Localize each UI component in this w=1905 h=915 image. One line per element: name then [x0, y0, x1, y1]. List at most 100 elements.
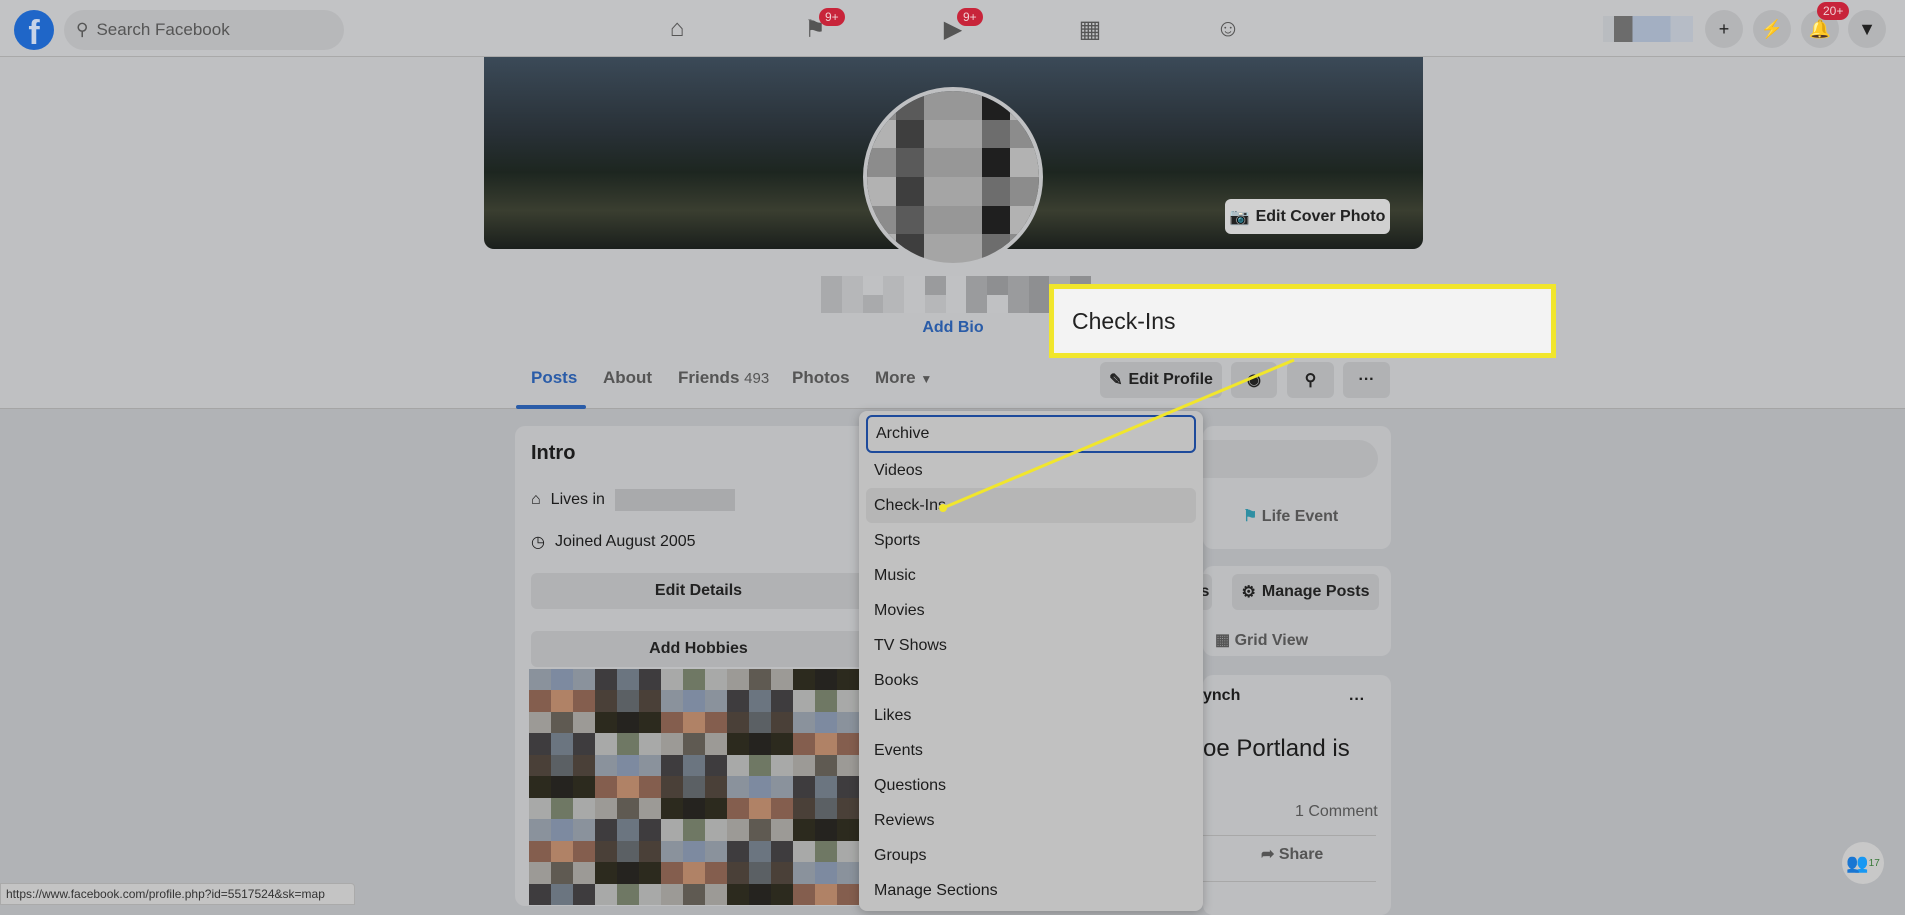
- pixel-block: [1007, 276, 1029, 295]
- search-icon: ⚲: [76, 20, 89, 39]
- post-author[interactable]: ynch: [1203, 687, 1240, 705]
- post-options-icon[interactable]: ···: [1349, 691, 1365, 709]
- pixel-block: [749, 797, 771, 820]
- pixel-block: [862, 276, 884, 295]
- pixel-block: [771, 754, 793, 777]
- nav-watch[interactable]: ▶ 9+: [923, 8, 983, 48]
- nav-marketplace[interactable]: ▦: [1060, 10, 1120, 48]
- menu-item-books[interactable]: Books: [866, 663, 1196, 698]
- tab-photos[interactable]: Photos: [792, 368, 850, 388]
- menu-item-videos[interactable]: Videos: [866, 453, 1196, 488]
- edit-details-button[interactable]: Edit Details: [531, 573, 866, 609]
- search-input[interactable]: ⚲ Search Facebook: [64, 10, 344, 50]
- pixel-block: [551, 797, 573, 820]
- pixel-block: [529, 840, 551, 863]
- account-menu-button[interactable]: ▼: [1848, 10, 1886, 48]
- menu-item-reviews[interactable]: Reviews: [866, 803, 1196, 838]
- pixel-block: [727, 733, 749, 755]
- menu-item-movies[interactable]: Movies: [866, 593, 1196, 628]
- contacts-button[interactable]: 👥 17: [1842, 842, 1884, 884]
- camera-icon: 📷: [1229, 208, 1250, 226]
- pixel-block: [705, 840, 727, 863]
- grid-view-button[interactable]: ▦ Grid View: [1215, 630, 1308, 650]
- profile-shortcut[interactable]: [1603, 16, 1693, 42]
- comments-count[interactable]: 1 Comment: [1295, 803, 1378, 821]
- featured-photos-blurred[interactable]: [529, 669, 859, 905]
- manage-posts-button[interactable]: ⚙ Manage Posts: [1232, 574, 1379, 610]
- pixel-block: [639, 797, 661, 820]
- share-button[interactable]: ➦ Share: [1261, 844, 1323, 864]
- menu-item-tv-shows[interactable]: TV Shows: [866, 628, 1196, 663]
- notifications-button[interactable]: 🔔 20+: [1801, 2, 1850, 48]
- more-options-button[interactable]: ···: [1343, 362, 1390, 398]
- post-card: ynch ··· oe Portland is 1 Comment ➦ Shar…: [1203, 675, 1391, 915]
- menu-item-archive[interactable]: Archive: [866, 415, 1196, 453]
- menu-item-questions[interactable]: Questions: [866, 768, 1196, 803]
- menu-item-check-ins[interactable]: Check-Ins: [866, 488, 1196, 523]
- pixel-block: [661, 669, 683, 691]
- pixel-block: [705, 797, 727, 820]
- pixel-block: [815, 754, 837, 777]
- messenger-icon[interactable]: ⚡: [1753, 10, 1791, 48]
- pixel-block: [793, 862, 815, 884]
- pixel-block: [639, 669, 661, 691]
- pixel-block: [837, 883, 859, 905]
- pixel-block: [793, 797, 815, 820]
- add-bio-link[interactable]: Add Bio: [900, 319, 1006, 337]
- menu-item-music[interactable]: Music: [866, 558, 1196, 593]
- pixel-block: [867, 148, 896, 177]
- menu-item-groups[interactable]: Groups: [866, 838, 1196, 873]
- joined-label: Joined August 2005: [554, 533, 696, 550]
- profile-picture[interactable]: [863, 87, 1043, 267]
- pixel-block: [617, 840, 639, 863]
- pixel-block: [867, 176, 896, 206]
- menu-item-events[interactable]: Events: [866, 733, 1196, 768]
- pixel-block: [952, 91, 982, 120]
- marketplace-icon: ▦: [1078, 15, 1102, 43]
- edit-cover-label: Edit Cover Photo: [1255, 207, 1386, 225]
- pixel-block: [661, 754, 683, 777]
- pixel-block: [683, 840, 705, 863]
- menu-item-sports[interactable]: Sports: [866, 523, 1196, 558]
- post-composer-input[interactable]: [1193, 440, 1378, 478]
- life-event-button[interactable]: ⚑ Life Event: [1243, 506, 1338, 526]
- pixel-block: [727, 669, 749, 691]
- pixel-block: [617, 754, 639, 777]
- pixel-block: [895, 119, 925, 149]
- pixel-block: [705, 754, 727, 777]
- pixel-block: [793, 840, 815, 863]
- tab-more[interactable]: More ▼: [875, 368, 932, 388]
- pixel-block: [727, 797, 749, 820]
- menu-item-manage-sections[interactable]: Manage Sections: [866, 873, 1196, 908]
- pixel-block: [727, 754, 749, 777]
- view-as-button[interactable]: ◉: [1231, 362, 1277, 398]
- search-profile-button[interactable]: ⚲: [1287, 362, 1334, 398]
- pixel-block: [595, 797, 617, 820]
- pixel-block: [749, 883, 771, 905]
- tab-about[interactable]: About: [603, 368, 652, 388]
- pixel-block: [771, 733, 793, 755]
- pixel-block: [595, 669, 617, 691]
- create-button[interactable]: +: [1705, 10, 1743, 48]
- pixel-block: [815, 776, 837, 798]
- pixel-block: [945, 276, 967, 295]
- tab-posts[interactable]: Posts: [531, 368, 577, 388]
- pixel-block: [617, 776, 639, 798]
- edit-cover-photo-button[interactable]: 📷 Edit Cover Photo: [1225, 199, 1390, 234]
- pixel-block: [617, 797, 639, 820]
- nav-pages[interactable]: ⚑ 9+: [785, 8, 845, 48]
- pixel-block: [981, 119, 1011, 149]
- pixel-block: [683, 776, 705, 798]
- edit-profile-button[interactable]: ✎ Edit Profile: [1100, 362, 1222, 398]
- pixel-block: [595, 776, 617, 798]
- pixel-block: [924, 176, 953, 206]
- nav-groups[interactable]: ☺: [1198, 10, 1258, 48]
- menu-item-likes[interactable]: Likes: [866, 698, 1196, 733]
- add-hobbies-button[interactable]: Add Hobbies: [531, 631, 866, 667]
- facebook-logo[interactable]: f: [14, 10, 54, 52]
- tab-friends[interactable]: Friends 493: [678, 368, 769, 388]
- pixel-block: [683, 690, 705, 712]
- edit-profile-label: Edit Profile: [1128, 371, 1213, 388]
- nav-home[interactable]: ⌂: [647, 10, 707, 48]
- pixel-block: [639, 862, 661, 884]
